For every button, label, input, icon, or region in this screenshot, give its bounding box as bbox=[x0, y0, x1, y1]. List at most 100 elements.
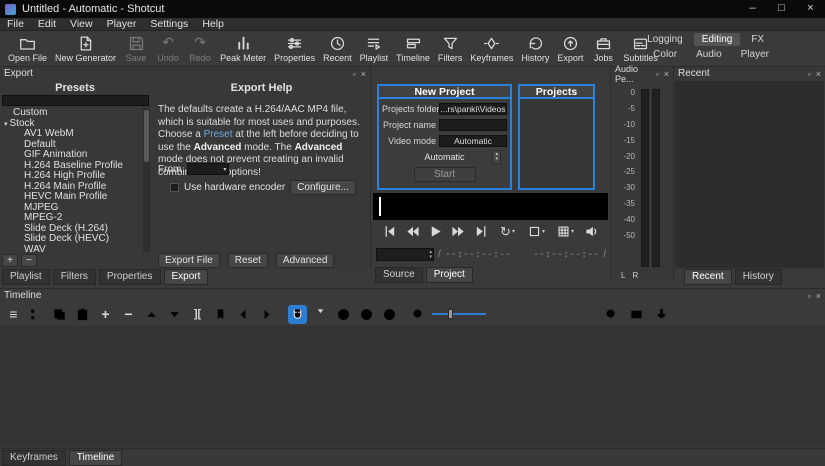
add-preset-button[interactable]: + bbox=[2, 254, 18, 267]
layout-tab-fx[interactable]: FX bbox=[743, 33, 772, 46]
tab-timeline[interactable]: Timeline bbox=[69, 450, 122, 466]
tab-filters[interactable]: Filters bbox=[53, 269, 96, 285]
export-file-button[interactable]: Export File bbox=[158, 253, 220, 268]
history-button[interactable]: History bbox=[517, 32, 553, 66]
undo-button[interactable]: ↶ Undo bbox=[152, 32, 184, 66]
timeline-tracks-area[interactable] bbox=[0, 327, 825, 447]
preset-item[interactable]: HEVC Main Profile bbox=[0, 192, 143, 203]
loop-button[interactable]: ↻▾ bbox=[496, 222, 520, 240]
fast-forward-button[interactable] bbox=[450, 222, 468, 240]
spin-down-icon[interactable]: ▾ bbox=[429, 255, 432, 260]
skip-to-end-button[interactable] bbox=[473, 222, 491, 240]
advanced-button[interactable]: Advanced bbox=[276, 253, 334, 268]
timeline-zoom-slider[interactable] bbox=[432, 308, 486, 320]
zoom-in-button[interactable] bbox=[602, 305, 621, 324]
preset-item[interactable]: WAV bbox=[0, 245, 143, 253]
peak-meter-button[interactable]: Peak Meter bbox=[216, 32, 270, 66]
paste-button[interactable] bbox=[73, 305, 92, 324]
layout-tab-color[interactable]: Color bbox=[645, 48, 685, 61]
float-icon[interactable]: ▫ bbox=[656, 69, 659, 79]
rewind-button[interactable] bbox=[404, 222, 422, 240]
new-generator-button[interactable]: New Generator bbox=[51, 32, 120, 66]
tab-recent[interactable]: Recent bbox=[684, 269, 732, 285]
play-button[interactable] bbox=[427, 222, 445, 240]
zoom-mode-button[interactable]: ▾ bbox=[525, 222, 549, 240]
tab-playlist[interactable]: Playlist bbox=[2, 269, 50, 285]
maximize-button[interactable]: □ bbox=[767, 0, 796, 18]
menu-file[interactable]: File bbox=[0, 18, 31, 31]
properties-button[interactable]: Properties bbox=[270, 32, 319, 66]
previous-marker-button[interactable] bbox=[234, 305, 253, 324]
preset-item[interactable]: H.264 High Profile bbox=[0, 171, 143, 182]
close-icon[interactable]: × bbox=[664, 69, 669, 79]
tab-source[interactable]: Source bbox=[375, 267, 423, 283]
filters-button[interactable]: Filters bbox=[434, 32, 467, 66]
zoom-out-button[interactable] bbox=[409, 305, 428, 324]
project-name-field[interactable] bbox=[439, 119, 507, 131]
open-file-button[interactable]: Open File bbox=[4, 32, 51, 66]
ripple-delete-button[interactable]: − bbox=[119, 305, 138, 324]
next-marker-button[interactable] bbox=[257, 305, 276, 324]
preset-item[interactable]: MPEG-2 bbox=[0, 213, 143, 224]
preset-item[interactable]: Slide Deck (HEVC) bbox=[0, 234, 143, 245]
mode-spinner-arrows[interactable]: ▴▾ bbox=[492, 150, 501, 164]
jobs-button[interactable]: Jobs bbox=[587, 32, 619, 66]
layout-tab-editing[interactable]: Editing bbox=[694, 33, 741, 46]
skip-to-start-button[interactable] bbox=[381, 222, 399, 240]
video-mode-dropdown[interactable]: Automatic bbox=[439, 135, 507, 147]
export-button[interactable]: Export bbox=[553, 32, 587, 66]
overwrite-button[interactable] bbox=[165, 305, 184, 324]
close-icon[interactable]: × bbox=[816, 69, 821, 79]
split-button[interactable]: ][ bbox=[188, 305, 207, 324]
float-icon[interactable]: ▫ bbox=[808, 69, 811, 79]
ripple-markers-button[interactable] bbox=[380, 305, 399, 324]
minimize-button[interactable]: – bbox=[738, 0, 767, 18]
configure-button[interactable]: Configure... bbox=[290, 180, 356, 195]
preset-link[interactable]: Preset bbox=[204, 129, 233, 140]
scrollbar-thumb[interactable] bbox=[144, 110, 149, 162]
timeline-menu-button[interactable]: ≡ bbox=[4, 305, 23, 324]
preset-item[interactable]: GIF Animation bbox=[0, 150, 143, 161]
ripple-all-tracks-button[interactable] bbox=[357, 305, 376, 324]
close-button[interactable]: × bbox=[796, 0, 825, 18]
remove-preset-button[interactable]: − bbox=[21, 254, 37, 267]
layout-tab-audio[interactable]: Audio bbox=[688, 48, 730, 61]
snap-button[interactable] bbox=[288, 305, 307, 324]
append-button[interactable]: + bbox=[96, 305, 115, 324]
spinner-arrows[interactable]: ▴▾ bbox=[428, 250, 433, 260]
float-icon[interactable]: ▫ bbox=[808, 291, 811, 301]
keyframes-button[interactable]: Keyframes bbox=[466, 32, 517, 66]
record-audio-button[interactable] bbox=[652, 305, 671, 324]
volume-button[interactable] bbox=[583, 222, 601, 240]
lift-button[interactable] bbox=[142, 305, 161, 324]
close-icon[interactable]: × bbox=[816, 291, 821, 301]
menu-settings[interactable]: Settings bbox=[143, 18, 195, 31]
marker-button[interactable] bbox=[211, 305, 230, 324]
copy-button[interactable] bbox=[50, 305, 69, 324]
tab-properties[interactable]: Properties bbox=[99, 269, 161, 285]
start-button[interactable]: Start bbox=[414, 167, 476, 182]
layout-tab-logging[interactable]: Logging bbox=[639, 33, 691, 46]
cut-button[interactable] bbox=[27, 305, 46, 324]
menu-edit[interactable]: Edit bbox=[31, 18, 63, 31]
scrub-while-dragging-button[interactable] bbox=[311, 305, 330, 324]
preset-scrollbar[interactable] bbox=[143, 108, 150, 252]
close-icon[interactable]: × bbox=[361, 69, 366, 79]
hw-encoder-checkbox[interactable] bbox=[170, 183, 179, 192]
menu-view[interactable]: View bbox=[63, 18, 100, 31]
float-icon[interactable]: ▫ bbox=[353, 69, 356, 79]
ripple-button[interactable] bbox=[334, 305, 353, 324]
timeline-button[interactable]: Timeline bbox=[392, 32, 434, 66]
tab-history[interactable]: History bbox=[735, 269, 782, 285]
tab-project[interactable]: Project bbox=[426, 267, 473, 283]
projects-folder-field[interactable]: ...rs\panki\Videos bbox=[439, 103, 507, 115]
grid-button[interactable]: ▾ bbox=[554, 222, 578, 240]
tab-keyframes[interactable]: Keyframes bbox=[2, 450, 66, 466]
slider-handle[interactable] bbox=[448, 309, 453, 319]
save-button[interactable]: Save bbox=[120, 32, 152, 66]
menu-player[interactable]: Player bbox=[100, 18, 144, 31]
menu-help[interactable]: Help bbox=[195, 18, 231, 31]
tab-export[interactable]: Export bbox=[164, 269, 209, 285]
preset-filter-input[interactable] bbox=[2, 95, 149, 106]
playlist-button[interactable]: Playlist bbox=[356, 32, 393, 66]
